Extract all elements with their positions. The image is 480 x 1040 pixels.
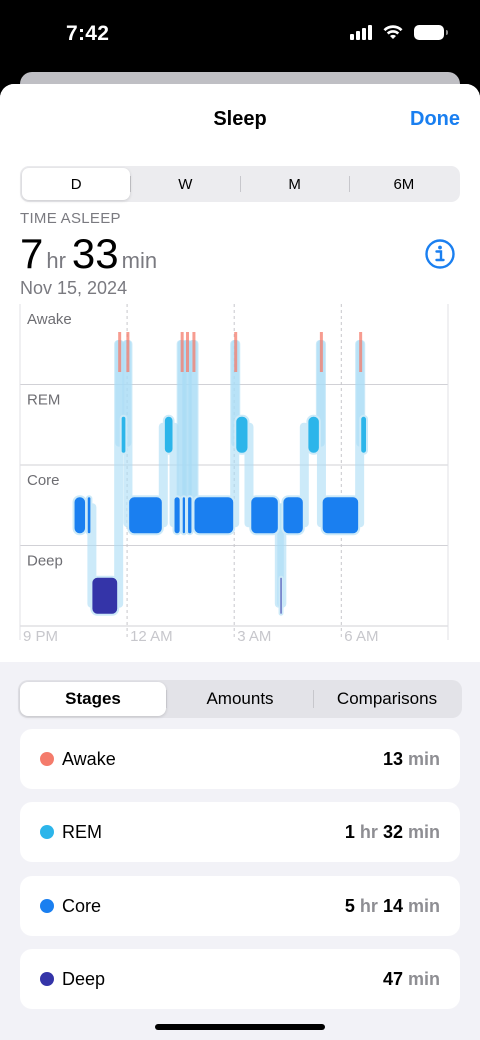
tab-comparisons[interactable]: Comparisons	[314, 682, 460, 716]
x-tick-label: 12 AM	[130, 628, 173, 645]
tab-stages[interactable]: Stages	[20, 682, 166, 716]
awake-mark	[180, 332, 184, 372]
core-segment	[85, 495, 93, 536]
metric-date: Nov 15, 2024	[20, 278, 128, 298]
minutes-unit: min	[407, 748, 440, 769]
minutes-value: 33	[71, 230, 119, 277]
minutes-value: 47	[382, 968, 403, 989]
x-tick-label: 6 AM	[344, 628, 378, 645]
sleep-sheet: Sleep Done D W M 6M TIME ASLEEP 7 hr 33 …	[0, 84, 480, 1040]
stage-row-rem[interactable]: REM 1 hr 32 min	[20, 802, 460, 862]
awake-mark	[359, 332, 363, 372]
core-segment	[72, 495, 88, 536]
x-tick-label: 3 AM	[237, 628, 271, 645]
stage-duration: 47 min	[383, 969, 440, 990]
minutes-value: 14	[382, 895, 403, 916]
deep-color-dot	[40, 972, 54, 986]
core-segment	[127, 495, 164, 536]
minutes-unit: min	[407, 895, 440, 916]
awake-mark	[234, 332, 238, 372]
time-asleep-value: 7 hr 33 min	[20, 230, 163, 278]
home-indicator[interactable]	[155, 1024, 325, 1030]
tab-week[interactable]: W	[131, 168, 239, 200]
deep-segment	[90, 575, 120, 616]
rem-segment	[162, 414, 175, 455]
tab-amounts[interactable]: Amounts	[167, 682, 313, 716]
core-segment	[180, 495, 188, 536]
sleep-summary-panel: Sleep Done D W M 6M TIME ASLEEP 7 hr 33 …	[0, 84, 480, 662]
row-label-deep: Deep	[27, 553, 63, 570]
core-segment	[186, 495, 194, 536]
rem-color-dot	[40, 825, 54, 839]
metric-label: TIME ASLEEP	[20, 210, 121, 227]
tab-day[interactable]: D	[22, 168, 131, 200]
stage-row-awake[interactable]: Awake 13 min	[20, 729, 460, 789]
stage-row-core[interactable]: Core 5 hr 14 min	[20, 876, 460, 936]
wifi-icon	[383, 25, 403, 39]
rem-segment	[119, 414, 128, 455]
minutes-unit: min	[407, 968, 440, 989]
status-bar: 7:42	[0, 0, 480, 72]
awake-mark	[319, 332, 323, 372]
rem-segment	[306, 414, 321, 455]
row-label-core: Core	[27, 472, 60, 489]
minutes-value: 32	[382, 821, 403, 842]
row-label-rem: REM	[27, 392, 60, 409]
x-tick-label: 9 PM	[23, 628, 58, 645]
awake-mark	[192, 332, 196, 372]
hours-value: 5	[344, 895, 355, 916]
row-label-awake: Awake	[27, 311, 72, 328]
done-button[interactable]: Done	[410, 108, 460, 131]
hours-value: 7	[20, 230, 44, 277]
stage-duration: 1 hr 32 min	[345, 822, 440, 843]
minutes-unit: min	[407, 821, 440, 842]
range-segmented-control: D W M 6M	[20, 166, 460, 202]
view-segmented-control: Stages Amounts Comparisons	[18, 680, 462, 718]
stage-duration: 5 hr 14 min	[345, 896, 440, 917]
minutes-unit: min	[121, 248, 158, 273]
tab-month[interactable]: M	[241, 168, 349, 200]
stage-row-deep[interactable]: Deep 47 min	[20, 949, 460, 1009]
stage-name: Awake	[62, 748, 116, 769]
hours-unit: hr	[359, 821, 378, 842]
stage-name: Deep	[62, 968, 106, 989]
rem-segment	[234, 414, 250, 455]
battery-icon	[414, 24, 448, 40]
stage-name: Core	[62, 895, 102, 916]
hours-value: 1	[344, 821, 355, 842]
awake-mark	[186, 332, 190, 372]
core-color-dot	[40, 899, 54, 913]
core-segment	[192, 495, 236, 536]
stage-name: REM	[62, 821, 102, 842]
core-segment	[281, 495, 305, 536]
core-segment	[172, 495, 182, 536]
hours-unit: hr	[46, 248, 66, 273]
info-icon[interactable]	[424, 238, 456, 270]
status-icons	[350, 24, 448, 40]
deep-segment	[278, 575, 284, 616]
page-title: Sleep	[213, 108, 267, 130]
awake-color-dot	[40, 752, 54, 766]
core-segment	[249, 495, 280, 536]
rem-segment	[359, 414, 369, 455]
core-segment	[320, 495, 361, 536]
awake-mark	[126, 332, 130, 372]
stage-duration: 13 min	[383, 749, 440, 770]
status-time: 7:42	[66, 22, 110, 45]
minutes-value: 13	[382, 748, 403, 769]
tab-six-months[interactable]: 6M	[350, 168, 458, 200]
cellular-signal-icon	[350, 24, 372, 40]
hours-unit: hr	[359, 895, 378, 916]
awake-mark	[118, 332, 122, 372]
sleep-stages-chart: Awake REM Core Deep 9 PM 12 AM 3 AM 6 AM	[19, 304, 449, 645]
